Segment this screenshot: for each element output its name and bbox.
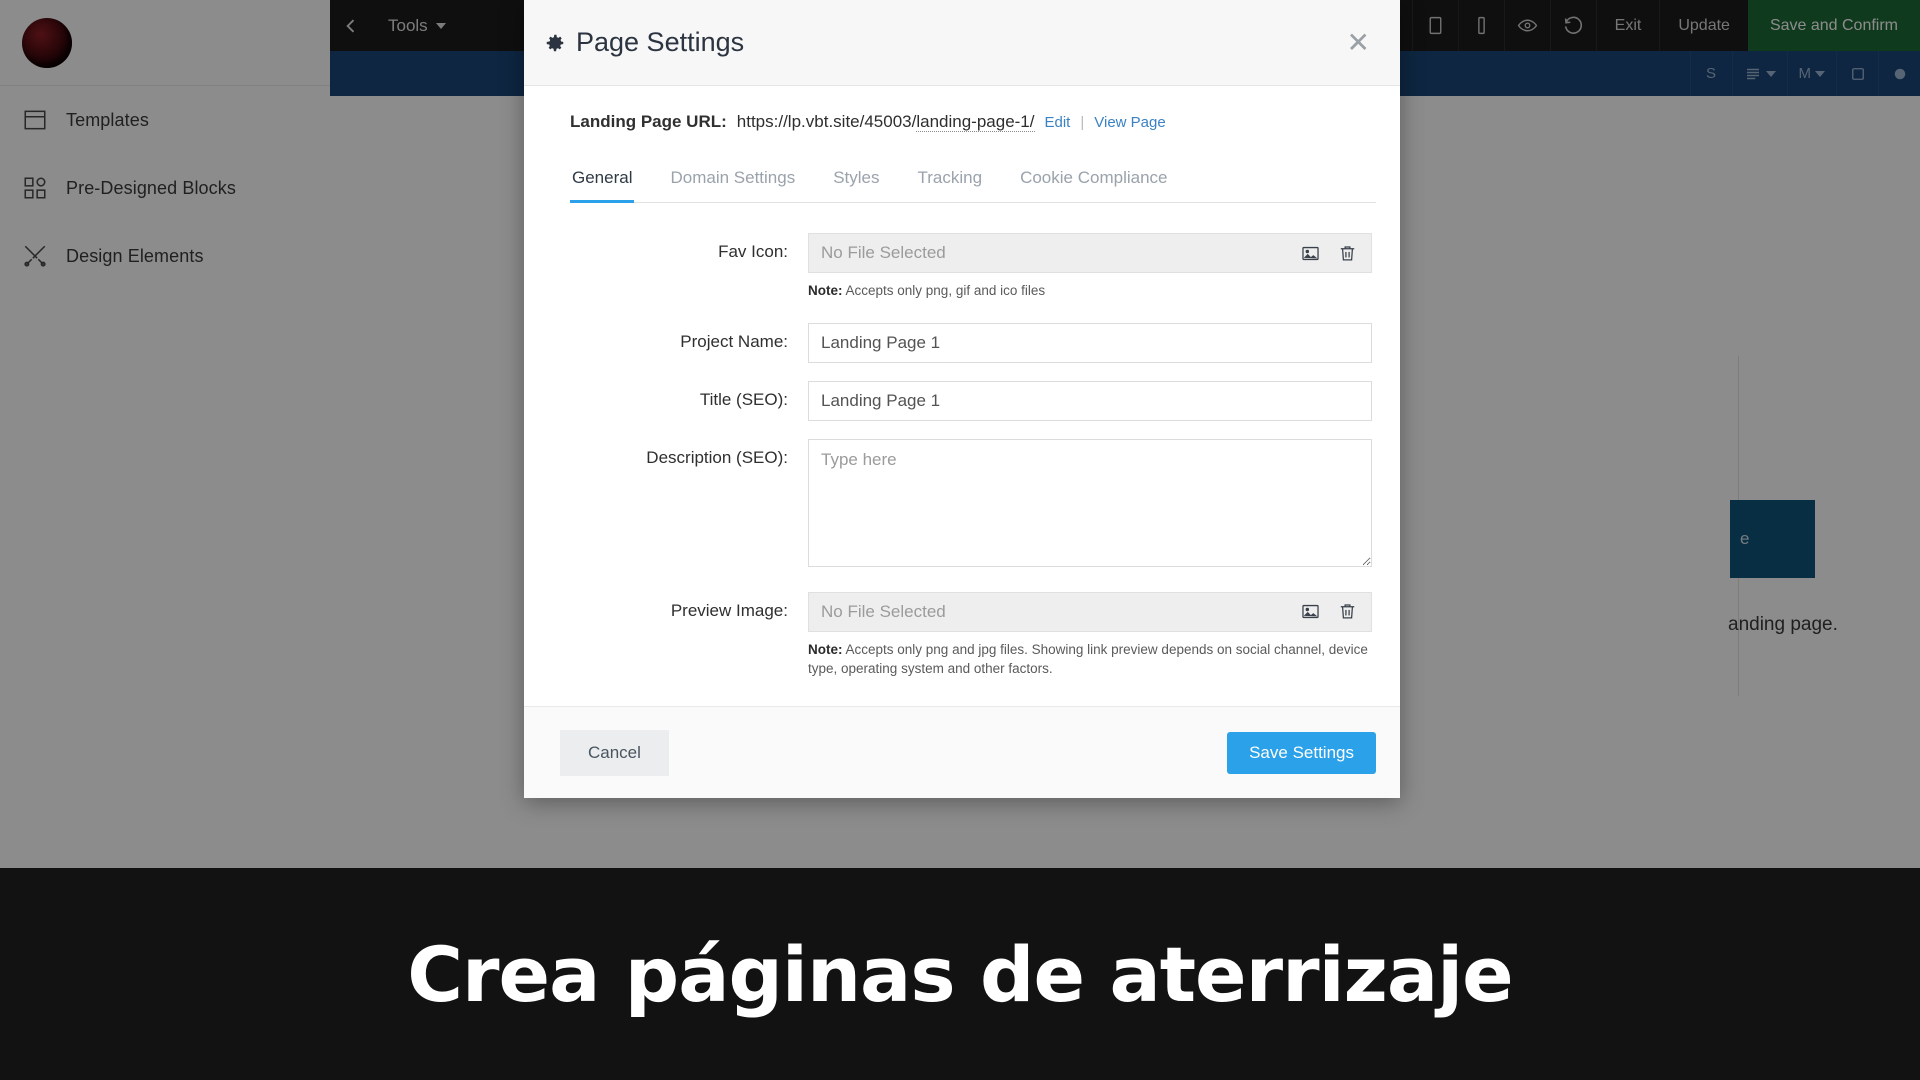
image-icon[interactable] (1301, 602, 1320, 621)
url-separator: | (1080, 114, 1085, 131)
fav-icon-label: Fav Icon: (718, 242, 788, 261)
preview-image-note-prefix: Note: (808, 641, 843, 657)
description-seo-textarea[interactable] (808, 438, 1372, 567)
cancel-button[interactable]: Cancel (560, 729, 669, 776)
fav-icon-actions (1301, 244, 1371, 263)
project-name-label: Project Name: (680, 331, 788, 351)
dialog-title-wrap: Page Settings (544, 27, 744, 58)
title-seo-row: Title (SEO): (548, 380, 1376, 421)
fav-icon-note: Note: Accepts only png, gif and ico file… (808, 281, 1372, 301)
preview-image-note-text: Accepts only png and jpg files. Showing … (808, 641, 1368, 677)
project-name-row: Project Name: (548, 322, 1376, 363)
caption-text: Crea páginas de aterrizaje (407, 929, 1513, 1019)
trash-icon[interactable] (1338, 602, 1357, 621)
page-settings-dialog: Page Settings ✕ Landing Page URL: https:… (524, 0, 1400, 798)
general-settings-form: Fav Icon: No File Selected Note: Accepts… (548, 203, 1376, 679)
landing-page-url-row: Landing Page URL: https://lp.vbt.site/45… (548, 86, 1376, 132)
fav-icon-placeholder: No File Selected (821, 243, 946, 262)
gear-icon (544, 32, 566, 54)
screen-root: Templates Pre-Designed Blocks Design Ele… (0, 0, 1920, 1080)
url-value: https://lp.vbt.site/45003/landing-page-1… (737, 112, 1035, 132)
fav-icon-note-prefix: Note: (808, 283, 843, 298)
close-icon[interactable]: ✕ (1341, 25, 1376, 61)
fav-icon-note-text: Accepts only png, gif and ico files (842, 283, 1046, 298)
url-slug: landing-page-1/ (916, 112, 1035, 132)
preview-image-control: No File Selected Note: Accepts only png … (808, 591, 1372, 679)
dialog-body: Landing Page URL: https://lp.vbt.site/45… (524, 86, 1400, 706)
project-name-input[interactable] (808, 322, 1372, 363)
edit-url-link[interactable]: Edit (1045, 114, 1071, 131)
project-name-control (808, 322, 1372, 363)
dialog-header: Page Settings ✕ (524, 0, 1400, 86)
settings-tabs: General Domain Settings Styles Tracking … (570, 158, 1376, 203)
trash-icon[interactable] (1338, 244, 1357, 263)
dialog-footer: Cancel Save Settings (524, 706, 1400, 798)
description-seo-row: Description (SEO): (548, 438, 1376, 572)
url-label: Landing Page URL: (570, 112, 727, 131)
preview-image-row: Preview Image: No File Selected Note: Ac… (548, 591, 1376, 679)
save-settings-button[interactable]: Save Settings (1227, 731, 1376, 774)
caption-band: Crea páginas de aterrizaje (0, 868, 1920, 1080)
tab-general[interactable]: General (570, 158, 635, 203)
tab-cookie-compliance[interactable]: Cookie Compliance (1018, 158, 1169, 203)
fav-icon-file-input[interactable]: No File Selected (808, 233, 1372, 273)
tab-tracking[interactable]: Tracking (916, 158, 985, 203)
title-seo-control (808, 380, 1372, 421)
description-seo-control (808, 438, 1372, 572)
fav-icon-control: No File Selected Note: Accepts only png,… (808, 233, 1372, 301)
description-seo-label: Description (SEO): (646, 447, 788, 467)
preview-image-actions (1301, 602, 1371, 621)
image-icon[interactable] (1301, 244, 1320, 263)
preview-image-note: Note: Accepts only png and jpg files. Sh… (808, 640, 1372, 679)
url-base: https://lp.vbt.site/45003/ (736, 112, 917, 131)
preview-image-placeholder: No File Selected (821, 601, 946, 621)
page-title: Page Settings (576, 27, 745, 57)
tab-domain-settings[interactable]: Domain Settings (668, 158, 797, 203)
title-seo-label: Title (SEO): (699, 389, 788, 409)
tab-styles[interactable]: Styles (831, 158, 881, 203)
fav-icon-row: Fav Icon: No File Selected Note: Accepts… (548, 233, 1376, 301)
title-seo-input[interactable] (808, 380, 1372, 421)
preview-image-label: Preview Image: (670, 600, 788, 620)
preview-image-file-input[interactable]: No File Selected (808, 591, 1372, 632)
view-page-link[interactable]: View Page (1094, 114, 1165, 131)
